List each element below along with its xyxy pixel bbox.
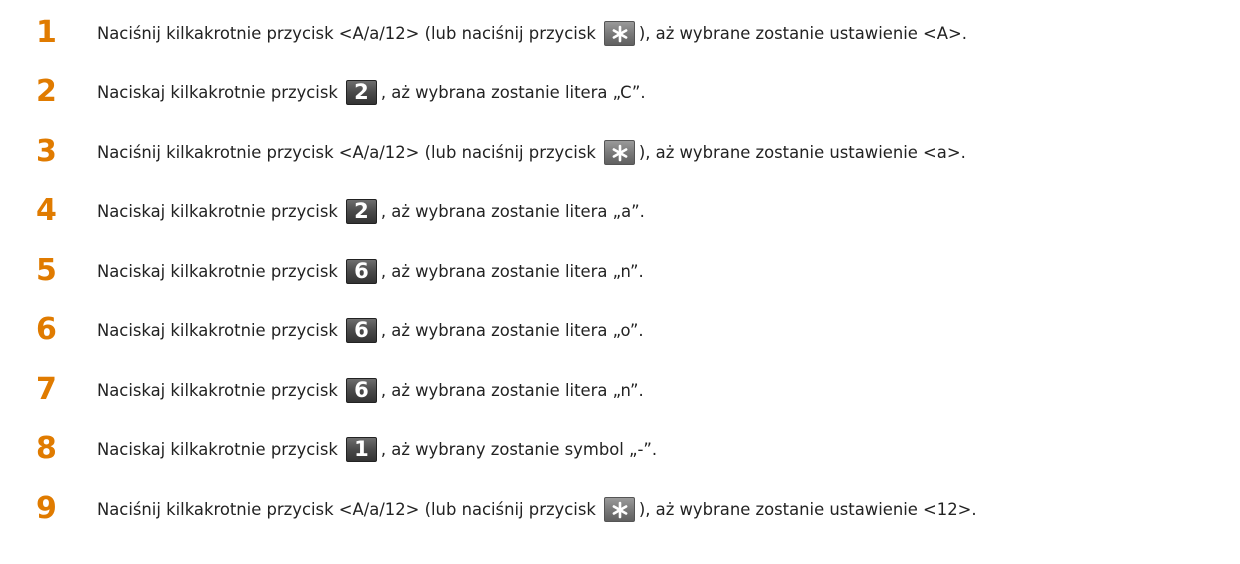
step-item: 8 Naciskaj kilkakrotnie przycisk 1 , aż wyb… xyxy=(0,429,1240,469)
step-item: 9 Naciśnij kilkakrotnie przycisk <A/a/12>… xyxy=(0,489,1240,529)
step-number: 9 xyxy=(36,491,57,526)
step-text: Naciskaj kilkakrotnie przycisk 2 , aż wybr… xyxy=(97,72,646,112)
step-text-before: Naciskaj kilkakrotnie przycisk xyxy=(97,201,338,221)
key-6-icon: 6 xyxy=(345,377,377,403)
step-text-after: , aż wybrany zostanie symbol „-”. xyxy=(380,439,658,459)
step-text-before: Naciskaj kilkakrotnie przycisk xyxy=(97,82,338,102)
step-item: 4 Naciskaj kilkakrotnie przycisk 2 , aż wyb… xyxy=(0,191,1240,231)
step-number: 6 xyxy=(36,312,57,347)
key-2-icon: 2 xyxy=(345,79,377,105)
step-number: 7 xyxy=(36,372,57,407)
step-text-after: ), aż wybrane zostanie ustawienie <12>. xyxy=(638,499,977,519)
step-number: 8 xyxy=(36,431,57,466)
step-text: Naciskaj kilkakrotnie przycisk 2 , aż wybr… xyxy=(97,191,645,231)
step-item: 3 Naciśnij kilkakrotnie przycisk <A/a/12>… xyxy=(0,132,1240,172)
step-number: 1 xyxy=(36,15,57,50)
step-text: Naciskaj kilkakrotnie przycisk 6 , aż wybr… xyxy=(97,310,644,350)
step-number: 3 xyxy=(36,134,57,169)
step-text: Naciśnij kilkakrotnie przycisk <A/a/12> … xyxy=(97,13,967,53)
step-number: 2 xyxy=(36,74,57,109)
key-label: 6 xyxy=(354,258,369,283)
step-text-after: , aż wybrana zostanie litera „C”. xyxy=(380,82,646,102)
step-text: Naciśnij kilkakrotnie przycisk <A/a/12> … xyxy=(97,489,977,529)
step-text-before: Naciskaj kilkakrotnie przycisk xyxy=(97,439,338,459)
asterisk-key-icon xyxy=(603,139,635,165)
key-1-icon: 1 xyxy=(345,436,377,462)
key-6-icon: 6 xyxy=(345,258,377,284)
step-text-after: , aż wybrana zostanie litera „o”. xyxy=(380,320,644,340)
step-text-before: Naciśnij kilkakrotnie przycisk <A/a/12> … xyxy=(97,23,596,43)
step-text: Naciśnij kilkakrotnie przycisk <A/a/12> … xyxy=(97,132,966,172)
step-text-before: Naciśnij kilkakrotnie przycisk <A/a/12> … xyxy=(97,499,596,519)
step-item: 5 Naciskaj kilkakrotnie przycisk 6 , aż wyb… xyxy=(0,251,1240,291)
key-label: 2 xyxy=(354,79,369,104)
step-text: Naciskaj kilkakrotnie przycisk 1 , aż wybr… xyxy=(97,429,657,469)
step-text-after: , aż wybrana zostanie litera „a”. xyxy=(380,201,645,221)
step-number: 4 xyxy=(36,193,57,228)
step-text-after: , aż wybrana zostanie litera „n”. xyxy=(380,380,644,400)
step-text: Naciskaj kilkakrotnie przycisk 6 , aż wybr… xyxy=(97,370,644,410)
step-text-before: Naciskaj kilkakrotnie przycisk xyxy=(97,261,338,281)
step-text-after: ), aż wybrane zostanie ustawienie <A>. xyxy=(638,23,967,43)
step-text-after: , aż wybrana zostanie litera „n”. xyxy=(380,261,644,281)
key-2-icon: 2 xyxy=(345,198,377,224)
key-label: 6 xyxy=(354,377,369,402)
key-label: 1 xyxy=(354,436,369,461)
step-text: Naciskaj kilkakrotnie przycisk 6 , aż wybr… xyxy=(97,251,644,291)
step-item: 6 Naciskaj kilkakrotnie przycisk 6 , aż wyb… xyxy=(0,310,1240,350)
step-item: 7 Naciskaj kilkakrotnie przycisk 6 , aż wyb… xyxy=(0,370,1240,410)
step-number: 5 xyxy=(36,253,57,288)
step-text-after: ), aż wybrane zostanie ustawienie <a>. xyxy=(638,142,966,162)
step-text-before: Naciskaj kilkakrotnie przycisk xyxy=(97,380,338,400)
step-text-before: Naciskaj kilkakrotnie przycisk xyxy=(97,320,338,340)
key-label: 6 xyxy=(354,317,369,342)
step-text-before: Naciśnij kilkakrotnie przycisk <A/a/12> … xyxy=(97,142,596,162)
step-item: 2 Naciskaj kilkakrotnie przycisk 2 , aż wyb… xyxy=(0,72,1240,112)
instruction-steps: 1 Naciśnij kilkakrotnie przycisk <A/a/12>… xyxy=(0,0,1240,564)
key-6-icon: 6 xyxy=(345,317,377,343)
step-item: 1 Naciśnij kilkakrotnie przycisk <A/a/12>… xyxy=(0,13,1240,53)
asterisk-key-icon xyxy=(603,20,635,46)
asterisk-key-icon xyxy=(603,496,635,522)
key-label: 2 xyxy=(354,198,369,223)
